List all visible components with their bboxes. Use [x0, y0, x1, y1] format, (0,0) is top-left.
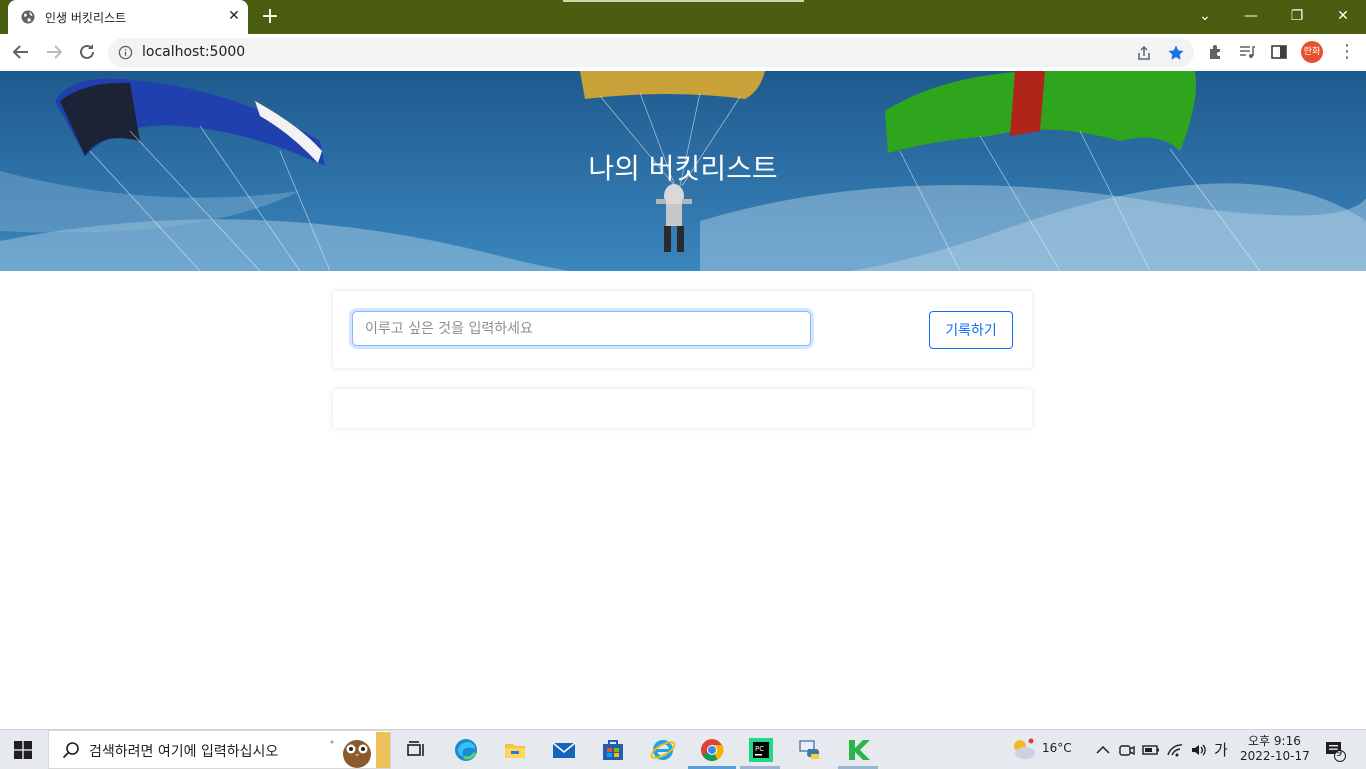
- taskbar: 검색하려면 여기에 입력하십시오 PC 16°C 가 오후 9:16 2022-…: [0, 729, 1366, 769]
- globe-icon: [21, 10, 35, 24]
- url-text[interactable]: localhost:5000: [142, 44, 245, 60]
- new-tab-button[interactable]: +: [258, 6, 282, 28]
- clock-date[interactable]: 2022-10-17: [1240, 749, 1310, 763]
- wifi-icon[interactable]: [1166, 741, 1184, 759]
- search-icon: [62, 742, 79, 759]
- close-window-button[interactable]: ✕: [1331, 4, 1355, 28]
- media-control-icon[interactable]: [1238, 43, 1256, 61]
- volume-icon[interactable]: [1190, 741, 1208, 759]
- chrome-menu-icon[interactable]: ⋮: [1338, 42, 1356, 62]
- reload-icon[interactable]: [75, 40, 99, 64]
- tab-close-icon[interactable]: ✕: [226, 8, 242, 24]
- minimize-button[interactable]: —: [1239, 4, 1263, 28]
- weather-temperature[interactable]: 16°C: [1042, 741, 1072, 755]
- notification-center-icon[interactable]: [1324, 740, 1346, 762]
- clock-time[interactable]: 오후 9:16: [1248, 732, 1301, 749]
- internet-explorer-icon[interactable]: [649, 736, 677, 764]
- task-view-icon[interactable]: [402, 736, 430, 764]
- bucket-input[interactable]: [352, 311, 811, 346]
- taskbar-search-box[interactable]: 검색하려면 여기에 입력하십시오: [48, 730, 391, 769]
- share-icon[interactable]: [1135, 44, 1153, 62]
- restore-button[interactable]: ❐: [1285, 4, 1309, 28]
- bookmark-star-icon[interactable]: [1167, 44, 1185, 62]
- show-hidden-icons-icon[interactable]: [1094, 741, 1112, 759]
- search-highlight-owl-icon: [330, 732, 390, 768]
- back-icon[interactable]: [9, 40, 33, 64]
- title-bar-accent: [563, 0, 804, 2]
- hero-banner: 나의 버킷리스트: [0, 71, 1366, 271]
- svg-text:PC: PC: [755, 745, 764, 753]
- forward-icon[interactable]: [42, 40, 66, 64]
- windows-start-icon[interactable]: [14, 741, 32, 759]
- python-icon[interactable]: [796, 736, 824, 764]
- side-panel-icon[interactable]: [1270, 43, 1288, 61]
- page-viewport: 나의 버킷리스트 기록하기: [0, 71, 1366, 729]
- ime-indicator[interactable]: 가: [1214, 739, 1228, 760]
- taskbar-search-placeholder: 검색하려면 여기에 입력하십시오: [89, 744, 279, 760]
- tab-search-icon[interactable]: ⌄: [1193, 4, 1217, 28]
- extensions-icon[interactable]: [1207, 43, 1225, 61]
- page-title: 나의 버킷리스트: [588, 152, 778, 185]
- bucket-list-card: [333, 389, 1032, 428]
- profile-avatar[interactable]: 란화: [1301, 41, 1323, 63]
- store-icon[interactable]: [599, 736, 627, 764]
- meet-now-icon[interactable]: [1118, 741, 1136, 759]
- info-icon[interactable]: [118, 45, 133, 60]
- notification-count: 9: [1336, 748, 1343, 759]
- browser-toolbar: localhost:5000 란화 ⋮: [0, 34, 1366, 72]
- save-button[interactable]: 기록하기: [929, 311, 1013, 349]
- edge-icon[interactable]: [452, 736, 480, 764]
- tab-title: 인생 버킷리스트: [45, 11, 127, 25]
- title-bar: 인생 버킷리스트 ✕ + ⌄ — ❐ ✕: [0, 0, 1366, 34]
- weather-icon[interactable]: [1010, 736, 1036, 762]
- bucket-form-card: 기록하기: [333, 291, 1032, 368]
- pycharm-icon[interactable]: PC: [747, 736, 775, 764]
- address-bar[interactable]: localhost:5000: [108, 38, 1194, 67]
- battery-icon[interactable]: [1142, 741, 1160, 759]
- mail-icon[interactable]: [550, 736, 578, 764]
- browser-tab[interactable]: 인생 버킷리스트 ✕: [8, 0, 248, 34]
- file-explorer-icon[interactable]: [501, 736, 529, 764]
- chrome-icon[interactable]: [698, 736, 726, 764]
- app-k-icon[interactable]: [845, 736, 873, 764]
